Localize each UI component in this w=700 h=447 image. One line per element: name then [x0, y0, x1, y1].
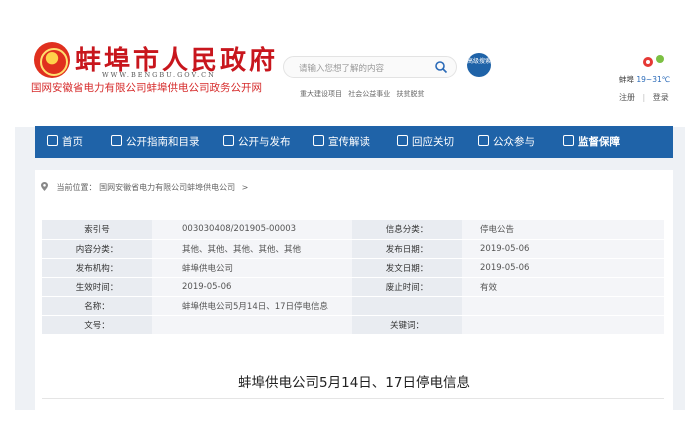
breadcrumb-separator: > — [241, 183, 249, 192]
site-header: 蚌埠市人民政府 WWW.BENGBU.GOV.CN 国网安徽省电力有限公司蚌埠供… — [15, 22, 685, 127]
hot-link[interactable]: 扶贫脱贫 — [396, 90, 424, 98]
table-row: 生效时间： 2019-05-06 废止时间： 有效 — [42, 277, 664, 297]
hot-link[interactable]: 重大建设项目 — [300, 90, 342, 98]
field-label: 文号： — [42, 315, 152, 335]
nav-item-publish[interactable]: 公开与发布 — [223, 126, 291, 158]
field-label: 索引号 — [42, 220, 152, 240]
document-icon — [223, 135, 234, 146]
table-row: 文号： 关键词： — [42, 315, 664, 335]
table-row: 发布机构： 蚌埠供电公司 发文日期： 2019-05-06 — [42, 258, 664, 278]
hot-links: 重大建设项目 社会公益事业 扶贫脱贫 — [300, 89, 428, 99]
nav-item-supervision[interactable]: 监督保障 — [563, 126, 620, 158]
field-value: 2019-05-06 — [462, 239, 664, 259]
search-placeholder: 请输入您想了解的内容 — [299, 64, 385, 74]
nav-item-response[interactable]: 回应关切 — [397, 126, 454, 158]
breadcrumb-link[interactable]: 国网安徽省电力有限公司蚌埠供电公司 — [99, 183, 235, 192]
breadcrumb-label: 当前位置： — [56, 183, 97, 192]
table-row: 内容分类： 其他、其他、其他、其他、其他 发布日期： 2019-05-06 — [42, 239, 664, 259]
nav-item-interpretation[interactable]: 宣传解读 — [313, 126, 370, 158]
emblem-icon — [34, 42, 70, 78]
chat-icon — [397, 135, 408, 146]
field-value: 有效 — [462, 277, 664, 297]
interpretation-icon — [313, 135, 324, 146]
register-link[interactable]: 注册 — [619, 93, 635, 102]
field-label: 发文日期： — [352, 258, 462, 278]
user-links: 注册 | 登录 — [619, 93, 669, 102]
search-icon[interactable] — [434, 60, 448, 74]
home-icon — [47, 135, 58, 146]
site-domain: WWW.BENGBU.GOV.CN — [102, 71, 216, 79]
field-label: 名称： — [42, 296, 152, 316]
field-label — [352, 296, 462, 316]
field-value: 2019-05-06 — [462, 258, 664, 278]
field-value — [462, 296, 664, 316]
field-value — [462, 315, 664, 335]
weather-icon — [643, 55, 664, 67]
field-label: 生效时间： — [42, 277, 152, 297]
table-row: 索引号 003030408/201905-00003 信息分类： 停电公告 — [42, 220, 664, 240]
advanced-search-button[interactable]: 高级搜索 — [467, 53, 491, 77]
field-value: 003030408/201905-00003 — [152, 220, 352, 240]
table-row: 名称： 蚌埠供电公司5月14日、17日停电信息 — [42, 296, 664, 316]
field-value: 蚌埠供电公司 — [152, 258, 352, 278]
weather-info: 蚌埠 19~31℃ — [619, 74, 670, 85]
field-label: 废止时间： — [352, 277, 462, 297]
field-value: 停电公告 — [462, 220, 664, 240]
weather-city: 蚌埠 — [619, 75, 634, 84]
company-name: 国网安徽省电力有限公司蚌埠供电公司政务公开网 — [31, 82, 262, 94]
breadcrumb: 当前位置： 国网安徽省电力有限公司蚌埠供电公司 > — [41, 182, 248, 193]
field-value: 2019-05-06 — [152, 277, 352, 297]
guide-icon — [111, 135, 122, 146]
login-link[interactable]: 登录 — [653, 93, 669, 102]
divider — [42, 398, 664, 399]
participation-icon — [478, 135, 489, 146]
hot-link[interactable]: 社会公益事业 — [348, 90, 390, 98]
field-value: 其他、其他、其他、其他、其他 — [152, 239, 352, 259]
main-nav: 首页 公开指南和目录 公开与发布 宣传解读 回应关切 公众参与 监督保障 — [35, 126, 673, 158]
field-label: 关键词： — [352, 315, 462, 335]
field-value: 蚌埠供电公司5月14日、17日停电信息 — [152, 296, 352, 316]
info-table: 索引号 003030408/201905-00003 信息分类： 停电公告 内容… — [42, 220, 664, 335]
field-label: 发布日期： — [352, 239, 462, 259]
content-panel: 当前位置： 国网安徽省电力有限公司蚌埠供电公司 > 索引号 003030408/… — [35, 170, 673, 410]
location-pin-icon — [41, 182, 48, 191]
search-input[interactable]: 请输入您想了解的内容 — [283, 56, 457, 78]
nav-item-participation[interactable]: 公众参与 — [478, 126, 535, 158]
supervision-icon — [563, 135, 574, 146]
field-value — [152, 315, 352, 335]
field-label: 信息分类： — [352, 220, 462, 240]
field-label: 发布机构： — [42, 258, 152, 278]
weather-temp: 19~31℃ — [636, 75, 671, 84]
field-label: 内容分类： — [42, 239, 152, 259]
nav-item-home[interactable]: 首页 — [47, 126, 83, 158]
page: 蚌埠市人民政府 WWW.BENGBU.GOV.CN 国网安徽省电力有限公司蚌埠供… — [0, 0, 700, 447]
nav-item-guide[interactable]: 公开指南和目录 — [111, 126, 200, 158]
article-title: 蚌埠供电公司5月14日、17日停电信息 — [238, 375, 470, 391]
